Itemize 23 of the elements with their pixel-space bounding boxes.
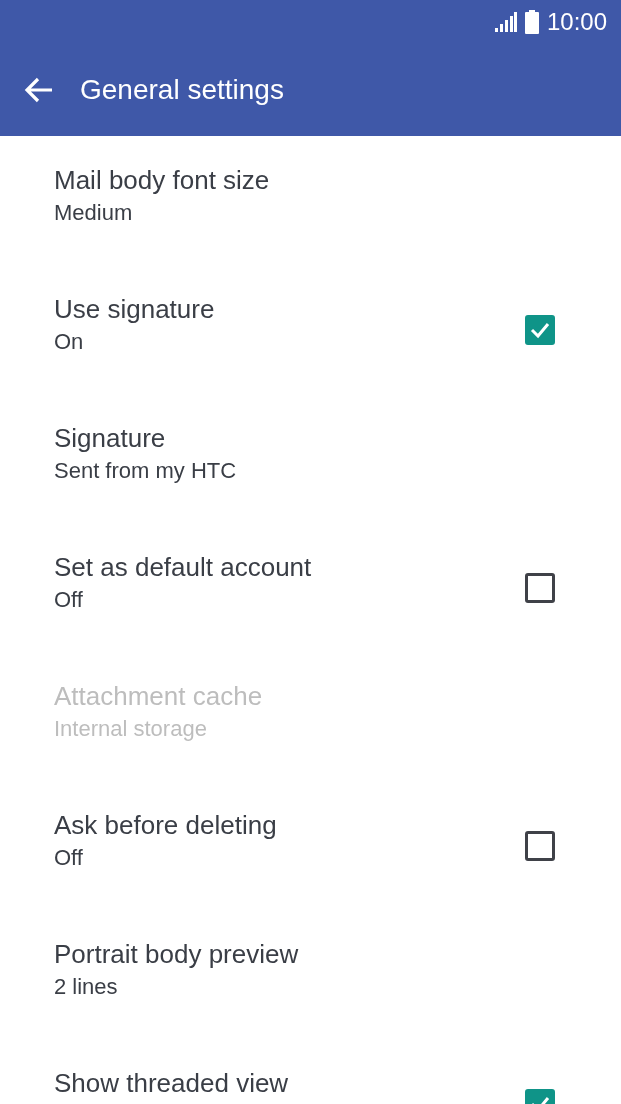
setting-title[interactable]: Ask before deleting [54,811,525,841]
setting-title[interactable]: Show threaded view [54,1069,525,1099]
setting-title[interactable]: Use signature [54,295,525,325]
back-icon[interactable] [24,77,54,103]
battery-icon [524,10,539,34]
screen-title: General settings [80,74,284,106]
setting-title[interactable]: Portrait body preview [54,940,555,970]
setting-title[interactable]: Mail body font size [54,166,555,196]
setting-summary: Medium [54,199,134,226]
checkbox[interactable] [525,830,555,861]
setting-summary: Off [54,844,84,871]
setting-summary: Sent from my HTC [54,457,238,484]
setting-title[interactable]: Set as default account [54,553,525,583]
clock: 10:00 [546,8,607,36]
setting-title[interactable]: Signature [54,424,555,454]
signal-icon [494,12,517,32]
checkbox[interactable] [525,572,555,603]
setting-summary: On [54,328,85,355]
setting-summary: 2 lines [54,973,119,1000]
setting-summary: Internal storage [54,715,208,742]
setting-summary: Off [54,586,84,613]
setting-title: Attachment cache [54,682,264,712]
checkbox[interactable] [525,314,555,345]
